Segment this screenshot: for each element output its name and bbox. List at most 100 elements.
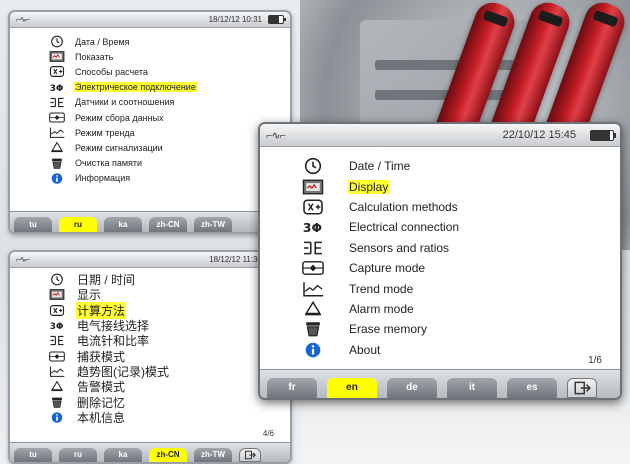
info-icon [300,341,326,359]
menu-item-info[interactable]: 本机信息 [48,410,170,425]
page-indicator: 1/6 [588,355,602,366]
menu-item-info[interactable]: About [300,340,460,360]
menu-item-sensor[interactable]: 电流针和比率 [48,333,170,348]
info-icon [48,172,66,185]
menu-item-label: Датчики и соотношения [75,97,175,108]
clock-icon [48,35,66,48]
trend-icon [48,126,66,139]
page-indicator: 4/6 [262,429,274,438]
capture-icon [48,350,66,363]
menu-list: 日期 / 时间 显示 计算方法 3Φ 电气接线选择 电流针和比率 捕获模式 趋势图(记录)模式… [48,272,170,425]
tab-language-1[interactable]: en [327,378,377,398]
tab-language-2[interactable]: ka [104,217,142,232]
tab-language-0[interactable]: tu [14,217,52,232]
menu-item-info[interactable]: Информация [48,171,197,186]
brand-logo-icon: ⌐∿⌐ [16,255,30,264]
menu-item-label: Date / Time [349,159,411,174]
tab-language-3[interactable]: it [447,378,497,398]
sensor-icon [300,239,326,257]
tab-language-4[interactable]: es [507,378,557,398]
tab-language-4[interactable]: zh-TW [194,217,232,232]
battery-icon [268,15,286,24]
menu-item-clock[interactable]: Дата / Время [48,34,197,49]
menu-item-label: Electrical connection [349,220,460,235]
three-phase-icon: 3Φ [48,81,66,94]
menu-item-label: Дата / Время [75,36,130,47]
menu-item-sensor[interactable]: Sensors and ratios [300,238,460,258]
menu-list: Дата / Время Показать Способы расчета 3Φ Эле… [48,34,197,186]
menu-item-trend[interactable]: Trend mode [300,278,460,298]
language-tabs: tu ru ka zh-CN zh-TW [10,211,290,232]
menu-item-display[interactable]: Показать [48,49,197,64]
three-phase-icon: 3Φ [48,319,66,332]
sensor-icon [48,334,66,347]
menu-item-calculation[interactable]: 计算方法 [48,301,170,319]
alarm-bell-icon [300,300,326,318]
menu-item-calculation[interactable]: Способы расчета [48,64,197,79]
tab-language-2[interactable]: de [387,378,437,398]
menu-item-trend[interactable]: 趋势图(记录)模式 [48,364,170,379]
capture-icon [300,259,326,277]
language-tabs: fr en de it es [260,369,620,398]
screen-english: ⌐∿⌐ 22/10/12 15:45 Date / Time Display Cal… [258,122,622,400]
screen-chinese: ⌐∿⌐ 18/12/12 11:30 日期 / 时间 显示 计算方法 3Φ 电气接线选择… [8,250,292,464]
menu-item-erase-bin[interactable]: 删除记忆 [48,394,170,410]
menu-item-three-phase[interactable]: 3Φ Electrical connection [300,217,460,237]
menu-item-capture[interactable]: Режим сбора данных [48,110,197,125]
menu-item-label: Способы расчета [75,66,148,77]
menu-item-label: 本机信息 [77,410,126,425]
tab-language-0[interactable]: tu [14,448,52,462]
exit-icon[interactable] [567,378,597,398]
screen-russian: ⌐∿⌐ 18/12/12 10:31 Дата / Время Показать С… [8,10,292,234]
tab-language-0[interactable]: fr [267,378,317,398]
menu-item-label: Display [348,179,390,194]
menu-item-label: Erase memory [349,322,428,337]
datetime: 18/12/12 10:31 [208,15,262,24]
menu-item-label: Capture mode [349,261,426,276]
language-tabs: tu ru ka zh-CN zh-TW [10,442,290,462]
menu-item-label: Alarm mode [349,301,414,316]
menu-item-erase-bin[interactable]: Очистка памяти [48,156,197,171]
menu-item-label: Trend mode [349,281,414,296]
menu-item-label: Режим сбора данных [75,112,164,123]
menu-item-sensor[interactable]: Датчики и соотношения [48,95,197,110]
menu-item-alarm-bell[interactable]: 告警模式 [48,379,170,394]
tab-language-3[interactable]: zh-CN [149,217,187,232]
menu-item-trend[interactable]: Режим тренда [48,125,197,140]
tab-language-3[interactable]: zh-CN [149,448,187,462]
menu-item-clock[interactable]: 日期 / 时间 [48,272,170,287]
svg-text:3Φ: 3Φ [50,84,64,94]
menu-item-erase-bin[interactable]: Erase memory [300,319,460,339]
menu-item-alarm-bell[interactable]: Alarm mode [300,299,460,319]
tab-language-2[interactable]: ka [104,448,142,462]
display-icon [48,288,66,301]
exit-icon[interactable] [239,448,261,462]
menu-item-display[interactable]: 显示 [48,287,170,302]
datetime: 18/12/12 11:30 [209,255,262,264]
tab-language-4[interactable]: zh-TW [194,448,232,462]
menu-item-display[interactable]: Display [300,176,460,196]
status-bar: ⌐∿⌐ 18/12/12 10:31 [10,12,290,28]
menu-item-calculation[interactable]: Calculation methods [300,197,460,217]
brand-logo-icon: ⌐∿⌐ [16,15,30,24]
status-bar: ⌐∿⌐ 18/12/12 11:30 [10,252,290,268]
menu-item-capture[interactable]: Capture mode [300,258,460,278]
menu-item-label: Calculation methods [349,199,458,214]
three-phase-icon: 3Φ [300,218,326,236]
menu-item-label: Очистка памяти [75,158,143,169]
tab-language-1[interactable]: ru [59,448,97,462]
menu-item-label: Режим тренда [75,127,135,138]
menu-item-label: Sensors and ratios [349,240,450,255]
menu-item-label: Показать [75,51,114,62]
menu-item-three-phase[interactable]: 3Φ Электрическое подключение [48,80,197,95]
menu-item-alarm-bell[interactable]: Режим сигнализации [48,140,197,155]
display-icon [48,50,66,63]
menu-item-capture[interactable]: 捕获模式 [48,348,170,364]
menu-item-three-phase[interactable]: 3Φ 电气接线选择 [48,318,170,333]
trend-icon [48,365,66,378]
tab-language-1[interactable]: ru [59,217,97,232]
menu-item-label: About [349,342,381,357]
menu-item-clock[interactable]: Date / Time [300,156,460,176]
erase-bin-icon [300,320,326,338]
alarm-bell-icon [48,141,66,154]
